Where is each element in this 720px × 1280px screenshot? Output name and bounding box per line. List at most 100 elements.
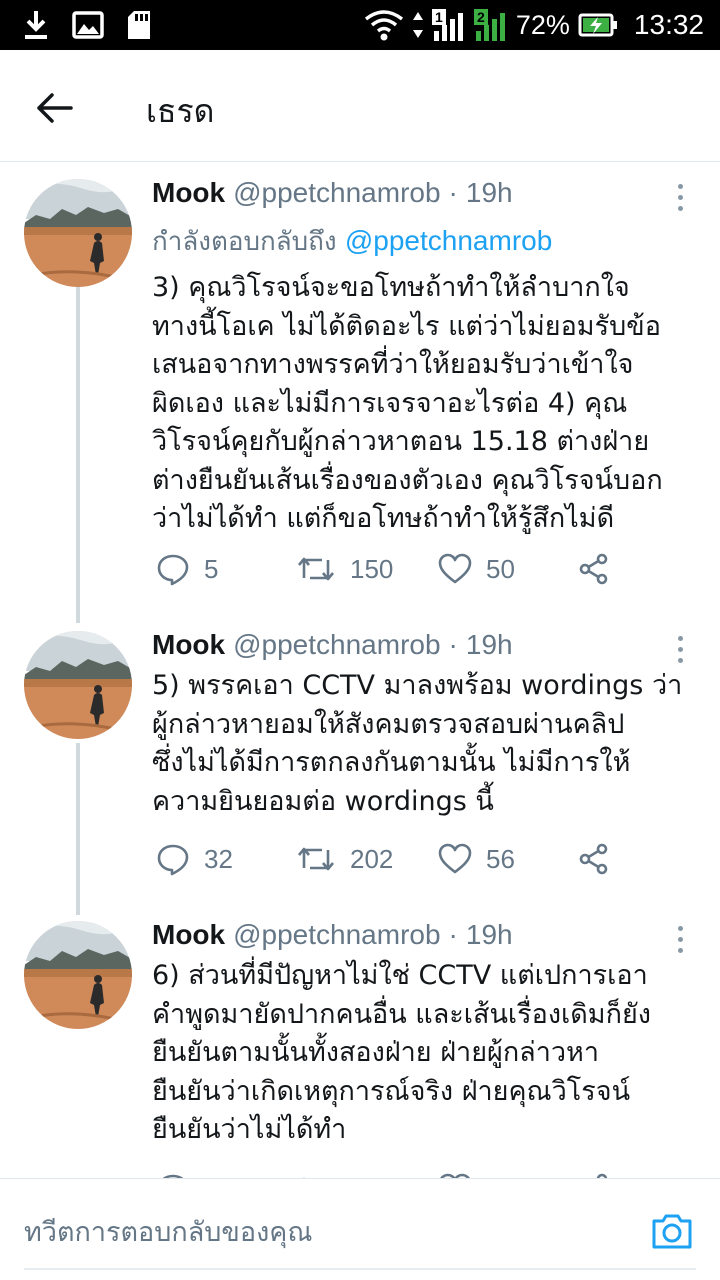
download-icon [25, 11, 47, 39]
share-button[interactable] [578, 837, 610, 881]
status-bar-notifications [22, 8, 152, 42]
like-count: 56 [486, 843, 515, 874]
tweet-text: 6) ส่วนที่มีปัญหาไม่ใช่ CCTV แต่เปการเอา… [152, 957, 702, 1150]
author-handle[interactable]: @ppetchnamrob [233, 919, 440, 951]
tweet[interactable]: Mook @ppetchnamrob · 19h 5) พรรคเอา CCTV… [0, 629, 720, 909]
avatar-image [24, 631, 132, 739]
heart-icon [438, 553, 472, 584]
like-button[interactable]: 50 [438, 547, 515, 591]
signal-bars-icon [475, 13, 505, 41]
author-name[interactable]: Mook [152, 177, 225, 209]
tweet-actions [152, 1167, 622, 1178]
reply-button[interactable]: 32 [156, 837, 233, 881]
author-handle[interactable]: @ppetchnamrob [233, 629, 440, 661]
image-icon [72, 11, 104, 39]
battery-charging-icon [578, 13, 617, 37]
separator-dot: · [448, 919, 458, 950]
more-options-button[interactable] [668, 629, 692, 669]
reply-input[interactable]: ทวีตการตอบกลับของคุณ [24, 1209, 624, 1253]
reply-count: 5 [204, 553, 219, 584]
vertical-dots-icon [677, 657, 683, 663]
battery-percent: 72% [515, 9, 570, 40]
vertical-dots-icon [677, 205, 683, 211]
avatar[interactable] [24, 631, 132, 739]
replying-to: กำลังตอบกลับถึง @ppetchnamrob [152, 221, 552, 262]
retweet-icon [298, 557, 334, 581]
tweet-text-line: วิโรจน์คุยกับผู้กล่าวหาตอน 15.18 ต่างฝ่า… [152, 426, 650, 457]
retweet-count: 150 [350, 553, 394, 584]
vertical-dots-icon [677, 947, 683, 953]
status-bar-system: 1 2 72% 13:32 [364, 8, 704, 42]
tweet-time[interactable]: 19h [466, 177, 513, 209]
reply-button[interactable] [156, 1167, 190, 1178]
author-name[interactable]: Mook [152, 919, 225, 951]
tweet-text-line: ยืนยันตามนั้นทั้งสองฝ่าย ฝ่ายผู้กล่าวหา [152, 1037, 600, 1068]
separator-dot: · [448, 177, 458, 208]
vertical-dots-icon [677, 183, 683, 189]
replying-mention-link[interactable]: @ppetchnamrob [345, 225, 552, 256]
tweet-actions: 5 150 50 [152, 547, 622, 591]
author-handle[interactable]: @ppetchnamrob [233, 177, 440, 209]
retweet-button[interactable]: 202 [296, 837, 393, 881]
avatar-image [24, 179, 132, 287]
tweet-time[interactable]: 19h [466, 629, 513, 661]
status-time: 13:32 [633, 9, 704, 40]
vertical-dots-icon [677, 936, 683, 942]
sim1-signal: 1 [431, 9, 466, 41]
composer-underline [24, 1268, 696, 1270]
camera-icon [652, 1214, 692, 1249]
tweet-text-line: ความยินยอมต่อ wordings นี้ [152, 785, 494, 817]
sd-card-icon [128, 11, 150, 39]
retweet-icon [298, 847, 334, 871]
tweet-text-line: ต่างยืนยันเส้นเรื่องของตัวเอง คุณวิโรจน์… [152, 464, 663, 496]
retweet-button[interactable] [296, 1167, 336, 1178]
avatar[interactable] [24, 921, 132, 1029]
back-button[interactable] [30, 84, 78, 132]
camera-button[interactable] [650, 1209, 694, 1253]
retweet-button[interactable]: 150 [296, 547, 393, 591]
signal-bars-icon [433, 13, 463, 41]
tweet[interactable]: Mook @ppetchnamrob · 19h กำลังตอบกลับถึง… [0, 177, 720, 607]
tweet-text: 3) คุณวิโรจน์จะขอโทษถ้าทำให้ลำบากใจ ทางน… [152, 269, 702, 539]
tweet-header: Mook @ppetchnamrob · 19h [152, 919, 513, 959]
author-name[interactable]: Mook [152, 629, 225, 661]
vertical-dots-icon [677, 925, 683, 931]
tweet-text-line: ผิดเอง และไม่มีการเจรจาอะไรต่อ 4) คุณ [152, 387, 628, 419]
data-transfer-icon [412, 12, 423, 38]
share-button[interactable] [578, 547, 610, 591]
status-bar: 1 2 72% 13:32 [0, 0, 720, 50]
thread[interactable]: Mook @ppetchnamrob · 19h กำลังตอบกลับถึง… [0, 163, 720, 1178]
sim2-signal: 2 [473, 9, 508, 41]
vertical-dots-icon [677, 646, 683, 652]
arrow-left-icon [37, 93, 73, 123]
heart-icon [438, 843, 472, 874]
wifi-icon [364, 10, 403, 41]
share-icon [579, 843, 608, 875]
tweet-text-line: ยืนยันว่าเกิดเหตุการณ์จริง ฝ่ายคุณวิโรจน… [152, 1075, 631, 1107]
reply-button[interactable]: 5 [156, 547, 218, 591]
reply-bubble-icon [157, 554, 189, 586]
tweet-text: 5) พรรคเอา CCTV มาลงพร้อม wordings ว่า ผ… [152, 667, 702, 821]
separator-dot: · [448, 629, 458, 660]
tweet-text-line: ซึ่งไม่ได้มีการตกลงกันตามนั้น ไม่มีการให… [152, 747, 631, 778]
tweet-text-line: ทางนี้โอเค ไม่ได้ติดอะไร แต่ว่าไม่ยอมรับ… [152, 310, 661, 342]
tweet-text-line: คำพูดมายัดปากคนอื่น และเส้นเรื่องเดิมก็ย… [152, 998, 651, 1030]
retweet-count: 202 [350, 843, 394, 874]
vertical-dots-icon [677, 635, 683, 641]
tweet-text-line: ผู้กล่าวหายอมให้สังคมตรวจสอบผ่านคลิป [152, 708, 625, 740]
more-options-button[interactable] [668, 177, 692, 217]
more-options-button[interactable] [668, 919, 692, 959]
tweet-text-line: ยืนยันว่าไม่ได้ทำ [152, 1114, 347, 1145]
page-title: เธรด [146, 92, 215, 130]
tweet-time[interactable]: 19h [466, 919, 513, 951]
avatar[interactable] [24, 179, 132, 287]
app-header: เธรด [0, 50, 720, 162]
like-count: 50 [486, 553, 515, 584]
share-icon [579, 553, 608, 585]
avatar-image [24, 921, 132, 1029]
share-button[interactable] [578, 1167, 610, 1178]
like-button[interactable]: 56 [438, 837, 515, 881]
like-button[interactable] [438, 1167, 472, 1178]
tweet[interactable]: Mook @ppetchnamrob · 19h 6) ส่วนที่มีปัญ… [0, 919, 720, 1178]
tweet-header: Mook @ppetchnamrob · 19h [152, 629, 513, 669]
